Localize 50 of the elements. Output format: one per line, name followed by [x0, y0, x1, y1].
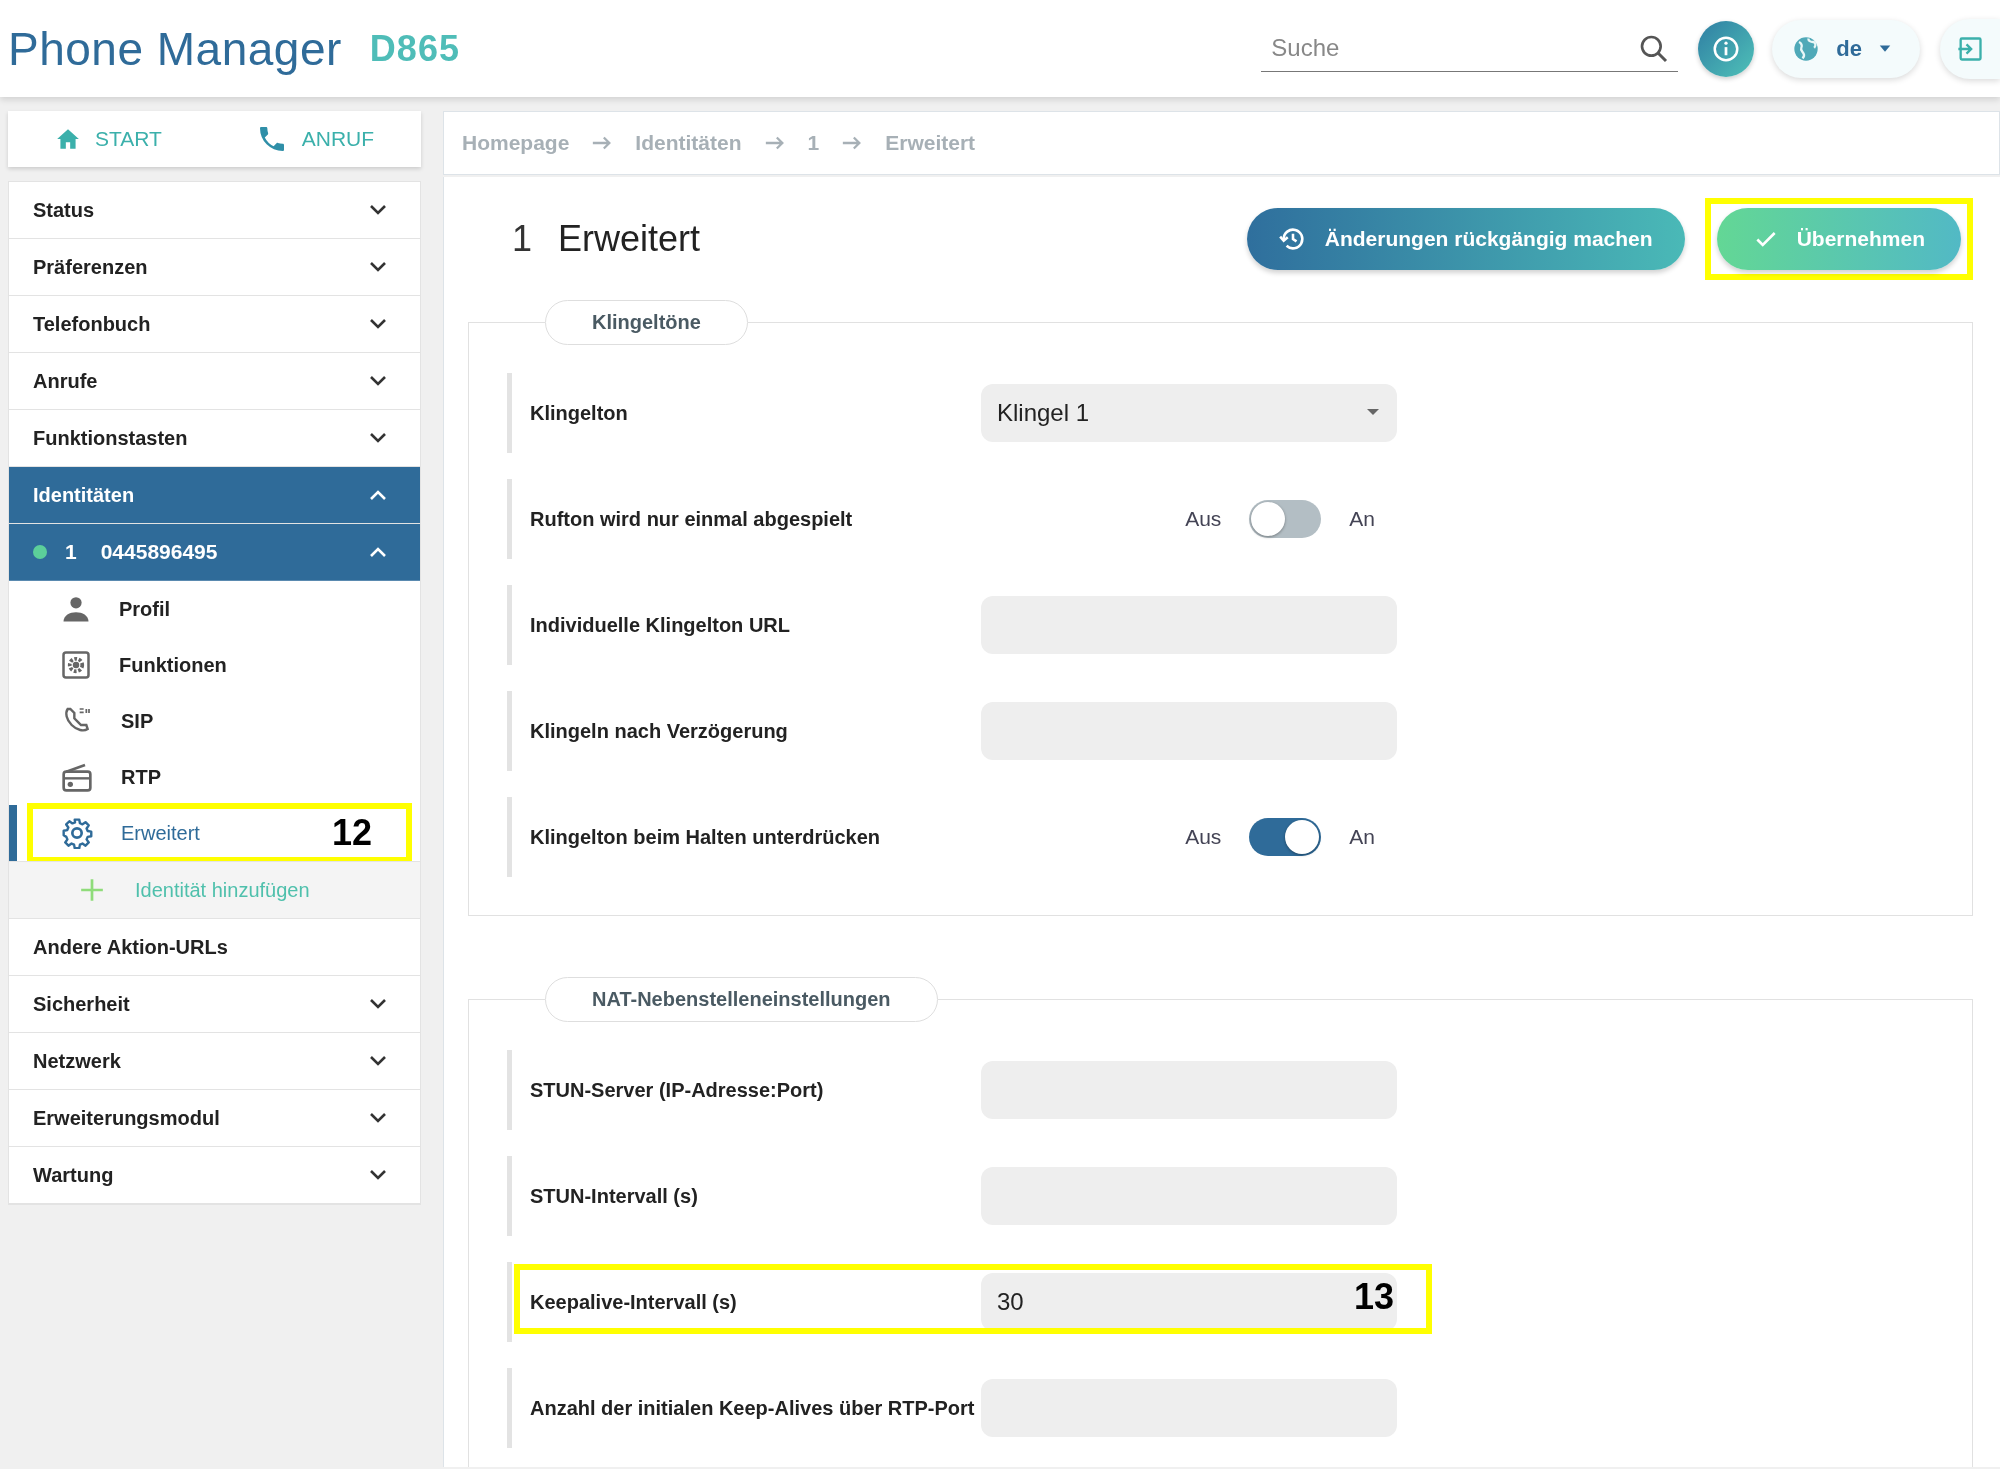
- menu-item[interactable]: Erweiterungsmodul: [9, 1090, 420, 1147]
- menu-item[interactable]: Netzwerk: [9, 1033, 420, 1090]
- field-label: Individuelle Klingelton URL: [529, 613, 791, 637]
- identity-item[interactable]: 1 0445896495: [9, 524, 420, 581]
- app-logo: Phone Manager: [8, 21, 342, 76]
- field-label: Klingelton: [529, 401, 629, 425]
- logout-button[interactable]: [1940, 18, 2000, 79]
- callout-number: 12: [331, 812, 372, 854]
- logout-icon: [1956, 34, 1984, 63]
- person-icon: [61, 594, 91, 624]
- menu-item[interactable]: SIP: [9, 693, 420, 749]
- field-label: STUN-Server (IP-Adresse:Port): [529, 1078, 825, 1102]
- menu-item[interactable]: RTP: [9, 749, 420, 805]
- menu-item[interactable]: Profil: [9, 581, 420, 637]
- plus-icon: [79, 877, 105, 903]
- radio-icon: [61, 761, 93, 793]
- menu-item[interactable]: Identitäten: [9, 467, 420, 524]
- menu-item[interactable]: Präferenzen: [9, 239, 420, 296]
- page-title: Erweitert: [558, 217, 701, 260]
- language-select[interactable]: de: [1772, 19, 1920, 78]
- menu-item[interactable]: Status: [9, 182, 420, 239]
- menu-item[interactable]: Telefonbuch: [9, 296, 420, 353]
- field-label: Anzahl der initialen Keep-Alives über RTP-Port: [529, 1396, 976, 1420]
- menu-item[interactable]: Funktionen: [9, 637, 420, 693]
- menu-item[interactable]: Andere Aktion-URLs: [9, 919, 420, 976]
- identity-number: 1: [512, 217, 533, 260]
- menu-item[interactable]: Sicherheit: [9, 976, 420, 1033]
- callout-number: 13: [1354, 1276, 1395, 1318]
- field-label: Rufton wird nur einmal abgespielt: [529, 507, 854, 531]
- field-label: STUN-Intervall (s): [529, 1184, 699, 1208]
- on-label: An: [1349, 825, 1375, 849]
- field-label: Klingeln nach Verzögerung: [529, 719, 789, 743]
- search-field[interactable]: Suche: [1261, 25, 1679, 72]
- field-label: Keepalive-Intervall (s): [529, 1290, 738, 1314]
- menu-item[interactable]: Wartung: [9, 1147, 420, 1204]
- on-label: An: [1349, 507, 1375, 531]
- select-field[interactable]: Klingel 1: [981, 384, 1397, 442]
- gear-icon: [61, 817, 93, 849]
- globe-icon: [1792, 34, 1821, 63]
- section-heading: NAT-Nebenstelleneinstellungen: [545, 977, 938, 1022]
- field-label: Klingelton beim Halten unterdrücken: [529, 825, 882, 849]
- off-label: Aus: [1185, 507, 1222, 531]
- toggle-switch[interactable]: [1249, 500, 1322, 538]
- gear-box-icon: [61, 650, 91, 680]
- toggle-switch[interactable]: [1249, 818, 1322, 856]
- section-heading: Klingeltöne: [545, 300, 748, 345]
- off-label: Aus: [1185, 825, 1222, 849]
- model-name: D865: [369, 27, 460, 70]
- menu-item[interactable]: Anrufe: [9, 353, 420, 410]
- info-button[interactable]: [1698, 20, 1755, 77]
